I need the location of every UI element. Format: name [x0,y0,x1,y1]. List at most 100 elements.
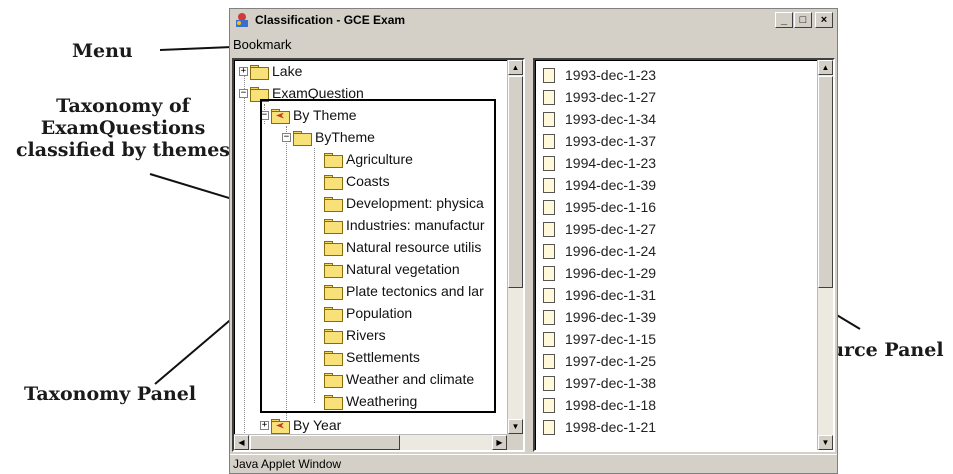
tree-node-theme[interactable]: Rivers [324,324,386,346]
resource-item[interactable]: 1996-dec-1-24 [543,240,656,262]
resource-item[interactable]: 1994-dec-1-23 [543,152,656,174]
title-bar[interactable]: Classification - GCE Exam _ □ × [230,9,837,31]
tree-node-label: Natural vegetation [346,261,460,277]
resource-item[interactable]: 1995-dec-1-16 [543,196,656,218]
tree-node-label: Natural resource utilis [346,239,482,255]
scroll-right-button[interactable]: ▶ [492,435,507,450]
resource-label: 1993-dec-1-23 [565,67,657,83]
resource-panel[interactable]: 1993-dec-1-23 1993-dec-1-27 1993-dec-1-3… [533,58,835,452]
document-icon [543,287,555,303]
tree-node-theme[interactable]: Industries: manufactur [324,214,485,236]
scroll-thumb[interactable] [250,435,400,450]
tree-node-label: Coasts [346,173,390,189]
resource-label: 1996-dec-1-29 [565,265,657,281]
scroll-down-button[interactable]: ▼ [818,435,833,450]
folder-icon [250,86,269,102]
folder-icon [324,350,343,366]
scroll-up-button[interactable]: ▲ [818,60,833,75]
tree-node-label: Industries: manufactur [346,217,485,233]
folder-icon [324,328,343,344]
tree-node-label: ByTheme [315,129,375,145]
scrollbar-corner [507,434,523,450]
status-bar: Java Applet Window [230,454,837,473]
taxonomy-panel[interactable]: + Lake − ExamQuestion − By Theme − ByThe… [232,58,525,452]
resource-item[interactable]: 1998-dec-1-21 [543,416,656,438]
tree-node-theme[interactable]: Weathering [324,390,417,412]
expand-icon[interactable]: + [260,420,269,430]
resource-item[interactable]: 1993-dec-1-37 [543,130,656,152]
document-icon [543,331,555,347]
tree-node-label: Agriculture [346,151,413,167]
folder-icon [324,196,343,212]
theme-folder-icon [271,108,290,124]
tree-node-theme[interactable]: Natural resource utilis [324,236,481,258]
resource-item[interactable]: 1996-dec-1-31 [543,284,656,306]
expand-icon[interactable]: + [239,66,248,76]
resource-label: 1996-dec-1-31 [565,287,657,303]
tree-node-theme[interactable]: Agriculture [324,148,413,170]
resource-item[interactable]: 1998-dec-1-18 [543,394,656,416]
tree-node-theme[interactable]: Population [324,302,412,324]
document-icon [543,353,555,369]
annotation-taxonomy-line1: Taxonomy of [56,95,190,117]
tree-node-label: Population [346,305,413,321]
scroll-thumb[interactable] [508,76,523,288]
tree-node-by-theme-root[interactable]: − By Theme [260,104,357,126]
close-button[interactable]: × [815,12,833,28]
resource-label: 1997-dec-1-25 [565,353,657,369]
tree-node-by-theme-child[interactable]: − ByTheme [282,126,375,148]
resource-item[interactable]: 1996-dec-1-29 [543,262,656,284]
tree-node-theme[interactable]: Natural vegetation [324,258,460,280]
resource-item[interactable]: 1997-dec-1-25 [543,350,656,372]
tree-node-exam-question[interactable]: − ExamQuestion [239,82,364,104]
scroll-thumb[interactable] [818,76,833,288]
resource-item[interactable]: 1993-dec-1-27 [543,86,656,108]
annotation-menu: Menu [72,40,133,62]
annotation-taxonomy-line3: classified by themes [15,139,231,161]
tree-node-lake[interactable]: + Lake [239,60,302,82]
resource-label: 1993-dec-1-34 [565,111,657,127]
tree-node-by-year[interactable]: + By Year [260,414,341,436]
document-icon [543,309,555,325]
collapse-icon[interactable]: − [282,132,291,142]
folder-icon [324,152,343,168]
document-icon [543,67,555,83]
resource-item[interactable]: 1993-dec-1-34 [543,108,656,130]
folder-icon [324,174,343,190]
collapse-icon[interactable]: − [260,110,269,120]
document-icon [543,375,555,391]
resource-item[interactable]: 1997-dec-1-38 [543,372,656,394]
scroll-up-button[interactable]: ▲ [508,60,523,75]
folder-icon [324,372,343,388]
taxonomy-horizontal-scrollbar[interactable]: ◀ ▶ [234,434,507,450]
minimize-button[interactable]: _ [775,12,793,28]
tree-node-label: Weather and climate [346,371,475,387]
tree-node-theme[interactable]: Plate tectonics and lar [324,280,484,302]
resource-item[interactable]: 1997-dec-1-15 [543,328,656,350]
collapse-icon[interactable]: − [239,88,248,98]
resource-item[interactable]: 1994-dec-1-39 [543,174,656,196]
tree-node-theme[interactable]: Settlements [324,346,420,368]
tree-node-label: ExamQuestion [272,85,364,101]
tree-node-label: Lake [272,63,303,79]
applet-window: Classification - GCE Exam _ □ × Bookmark… [229,8,838,474]
tree-connector [314,148,315,403]
resource-item[interactable]: 1995-dec-1-27 [543,218,656,240]
tree-connector [244,68,245,443]
document-icon [543,89,555,105]
folder-icon [293,130,312,146]
resource-item[interactable]: 1993-dec-1-23 [543,64,656,86]
scroll-left-button[interactable]: ◀ [234,435,249,450]
taxonomy-vertical-scrollbar[interactable]: ▲ ▼ [507,60,523,434]
tree-node-label: By Year [293,417,342,433]
maximize-button[interactable]: □ [794,12,812,28]
tree-node-theme[interactable]: Coasts [324,170,390,192]
tree-node-theme[interactable]: Development: physica [324,192,484,214]
scroll-down-button[interactable]: ▼ [508,419,523,434]
folder-icon [324,218,343,234]
menu-bookmark[interactable]: Bookmark [233,37,292,52]
resource-item[interactable]: 1996-dec-1-39 [543,306,656,328]
tree-node-theme[interactable]: Weather and climate [324,368,474,390]
resource-label: 1993-dec-1-37 [565,133,657,149]
resource-vertical-scrollbar[interactable]: ▲ ▼ [817,60,833,450]
